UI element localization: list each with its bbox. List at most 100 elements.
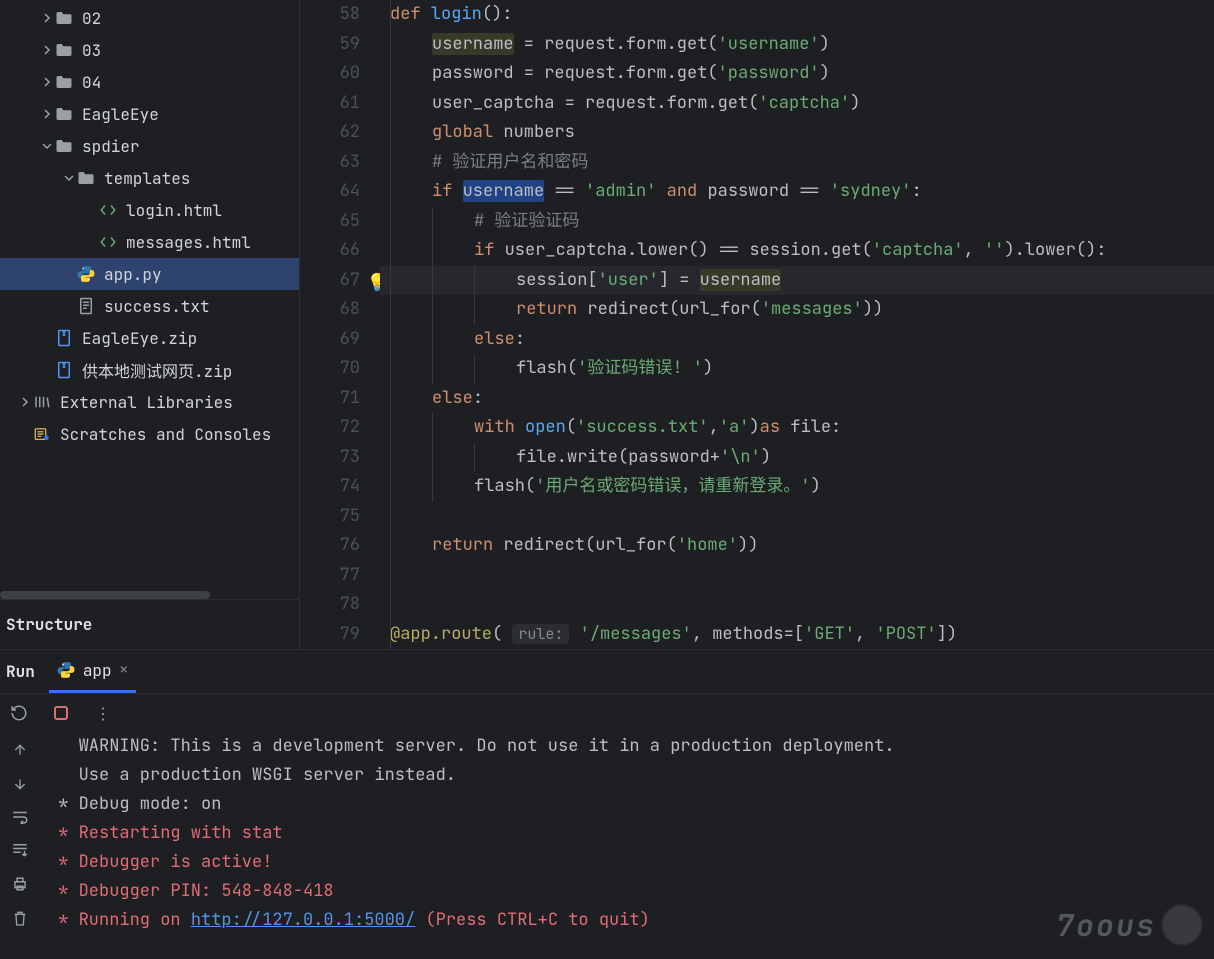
line-number: 78 (300, 590, 360, 620)
soft-wrap-icon[interactable] (11, 810, 29, 824)
tree-item-spdier[interactable]: spdier (0, 130, 299, 162)
line-number: 61 (300, 89, 360, 119)
console-line: * Debugger is active! (48, 848, 1214, 877)
python-icon (57, 661, 75, 679)
tree-item-label: 04 (82, 72, 101, 93)
chevron-right-icon[interactable] (18, 397, 32, 407)
code-line[interactable]: if username == 'admin' and password == '… (380, 177, 1214, 207)
tree-item-eagleeye[interactable]: EagleEye (0, 98, 299, 130)
code-line[interactable]: flash('用户名或密码错误，请重新登录。') (380, 472, 1214, 502)
tree-item-label: EagleEye (82, 104, 159, 125)
rerun-button[interactable] (8, 702, 30, 724)
more-icon[interactable]: ⋮ (92, 702, 114, 724)
tree-item-label: messages.html (126, 232, 251, 253)
line-number: 62 (300, 118, 360, 148)
code-line[interactable]: session['user'] = username (380, 266, 1214, 296)
console-line: * Debugger PIN: 548-848-418 (48, 877, 1214, 906)
code-line[interactable]: # 验证用户名和密码 (380, 148, 1214, 178)
code-line[interactable]: @app.route( rule: '/messages', methods=[… (380, 620, 1214, 650)
tree-item-templates[interactable]: templates (0, 162, 299, 194)
code-line[interactable] (380, 590, 1214, 620)
tree-item-external-libraries[interactable]: External Libraries (0, 386, 299, 418)
folder-icon (76, 170, 96, 186)
tree-item-label: 供本地测试网页.zip (82, 358, 232, 382)
tree-item-03[interactable]: 03 (0, 34, 299, 66)
structure-panel-header[interactable]: Structure (0, 599, 299, 649)
code-line[interactable]: return redirect(url_for('messages')) (380, 295, 1214, 325)
project-sidebar: 02 03 04 EagleEye spdiertemplateslogin.html m… (0, 0, 300, 649)
line-number: 69 (300, 325, 360, 355)
code-line[interactable]: user_captcha = request.form.get('captcha… (380, 89, 1214, 119)
stop-button[interactable] (50, 702, 72, 724)
code-line[interactable]: global numbers (380, 118, 1214, 148)
close-icon[interactable]: ✕ (120, 661, 128, 679)
code-line[interactable]: else: (380, 384, 1214, 414)
line-number: 72 (300, 413, 360, 443)
line-number: 65 (300, 207, 360, 237)
console-line: * Running on http://127.0.0.1:5000/ (Pre… (48, 906, 1214, 935)
scratch-icon (32, 426, 52, 442)
code-line[interactable]: if user_captcha.lower() == session.get('… (380, 236, 1214, 266)
folder-icon (54, 138, 74, 154)
line-number: 68 (300, 295, 360, 325)
chevron-right-icon[interactable] (40, 13, 54, 23)
run-tab-app[interactable]: app ✕ (49, 650, 136, 693)
down-arrow-icon[interactable] (12, 776, 28, 792)
scroll-to-end-icon[interactable] (11, 842, 29, 858)
line-number: 60 (300, 59, 360, 89)
code-line[interactable]: password = request.form.get('password') (380, 59, 1214, 89)
console-side-toolbar (0, 732, 40, 959)
line-number: 66 (300, 236, 360, 266)
tree-item-messages-html[interactable]: messages.html (0, 226, 299, 258)
code-line[interactable]: flash('验证码错误! ') (380, 354, 1214, 384)
tree-item-02[interactable]: 02 (0, 2, 299, 34)
chevron-right-icon[interactable] (40, 77, 54, 87)
console-line: * Debug mode: on (48, 790, 1214, 819)
code-line[interactable] (380, 502, 1214, 532)
code-editor[interactable]: 58596061626364656667💡6869707172737475767… (300, 0, 1214, 649)
tree-horizontal-scrollbar[interactable] (0, 591, 299, 599)
tree-item--zip[interactable]: 供本地测试网页.zip (0, 354, 299, 386)
line-number: 74 (300, 472, 360, 502)
html-icon (98, 202, 118, 218)
tree-item-04[interactable]: 04 (0, 66, 299, 98)
zip-icon (54, 361, 74, 379)
library-icon (32, 394, 52, 410)
line-number: 67💡 (300, 266, 360, 296)
project-tree[interactable]: 02 03 04 EagleEye spdiertemplateslogin.html m… (0, 0, 299, 591)
tree-item-success-txt[interactable]: success.txt (0, 290, 299, 322)
code-line[interactable]: def login(): (380, 0, 1214, 30)
run-title: Run (6, 661, 35, 682)
tree-item-label: success.txt (104, 296, 210, 317)
code-line[interactable]: file.write(password+'\n') (380, 443, 1214, 473)
line-number: 70 (300, 354, 360, 384)
tree-item-scratches-and-consoles[interactable]: Scratches and Consoles (0, 418, 299, 450)
text-icon (76, 297, 96, 315)
code-line[interactable]: # 验证验证码 (380, 207, 1214, 237)
chevron-down-icon[interactable] (62, 173, 76, 183)
tree-item-label: 02 (82, 8, 101, 29)
chevron-right-icon[interactable] (40, 45, 54, 55)
code-line[interactable]: return redirect(url_for('home')) (380, 531, 1214, 561)
code-line[interactable] (380, 561, 1214, 591)
line-number: 76 (300, 531, 360, 561)
console-output[interactable]: WARNING: This is a development server. D… (40, 732, 1214, 959)
code-line[interactable]: username = request.form.get('username') (380, 30, 1214, 60)
code-line[interactable]: with open('success.txt','a')as file: (380, 413, 1214, 443)
trash-icon[interactable] (12, 910, 28, 928)
print-icon[interactable] (11, 876, 29, 892)
chevron-down-icon[interactable] (40, 141, 54, 151)
tree-item-login-html[interactable]: login.html (0, 194, 299, 226)
folder-icon (54, 42, 74, 58)
chevron-right-icon[interactable] (40, 109, 54, 119)
tree-item-app-py[interactable]: app.py (0, 258, 299, 290)
console-link[interactable]: http://127.0.0.1:5000/ (191, 909, 415, 931)
tree-item-eagleeye-zip[interactable]: EagleEye.zip (0, 322, 299, 354)
line-number: 63 (300, 148, 360, 178)
tree-item-label: EagleEye.zip (82, 328, 197, 349)
up-arrow-icon[interactable] (12, 742, 28, 758)
editor-code-area[interactable]: def login():username = request.form.get(… (380, 0, 1214, 649)
folder-icon (54, 74, 74, 90)
console-line: * Restarting with stat (48, 819, 1214, 848)
code-line[interactable]: else: (380, 325, 1214, 355)
